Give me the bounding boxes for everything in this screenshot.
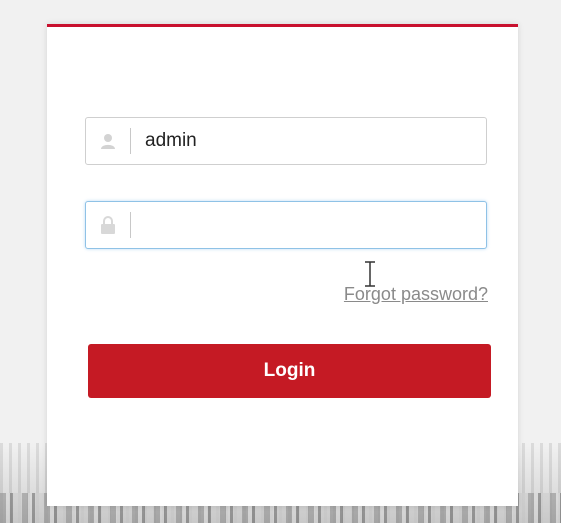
login-button[interactable]: Login <box>88 344 491 398</box>
password-field[interactable] <box>85 201 487 249</box>
lock-icon <box>86 202 130 248</box>
text-cursor-icon <box>365 261 375 287</box>
username-field[interactable]: admin <box>85 117 487 165</box>
user-icon <box>86 118 130 164</box>
login-panel: admin Forgot password? Login <box>47 24 518 506</box>
password-input[interactable] <box>131 202 486 248</box>
username-value: admin <box>145 130 197 151</box>
field-separator <box>130 128 131 154</box>
